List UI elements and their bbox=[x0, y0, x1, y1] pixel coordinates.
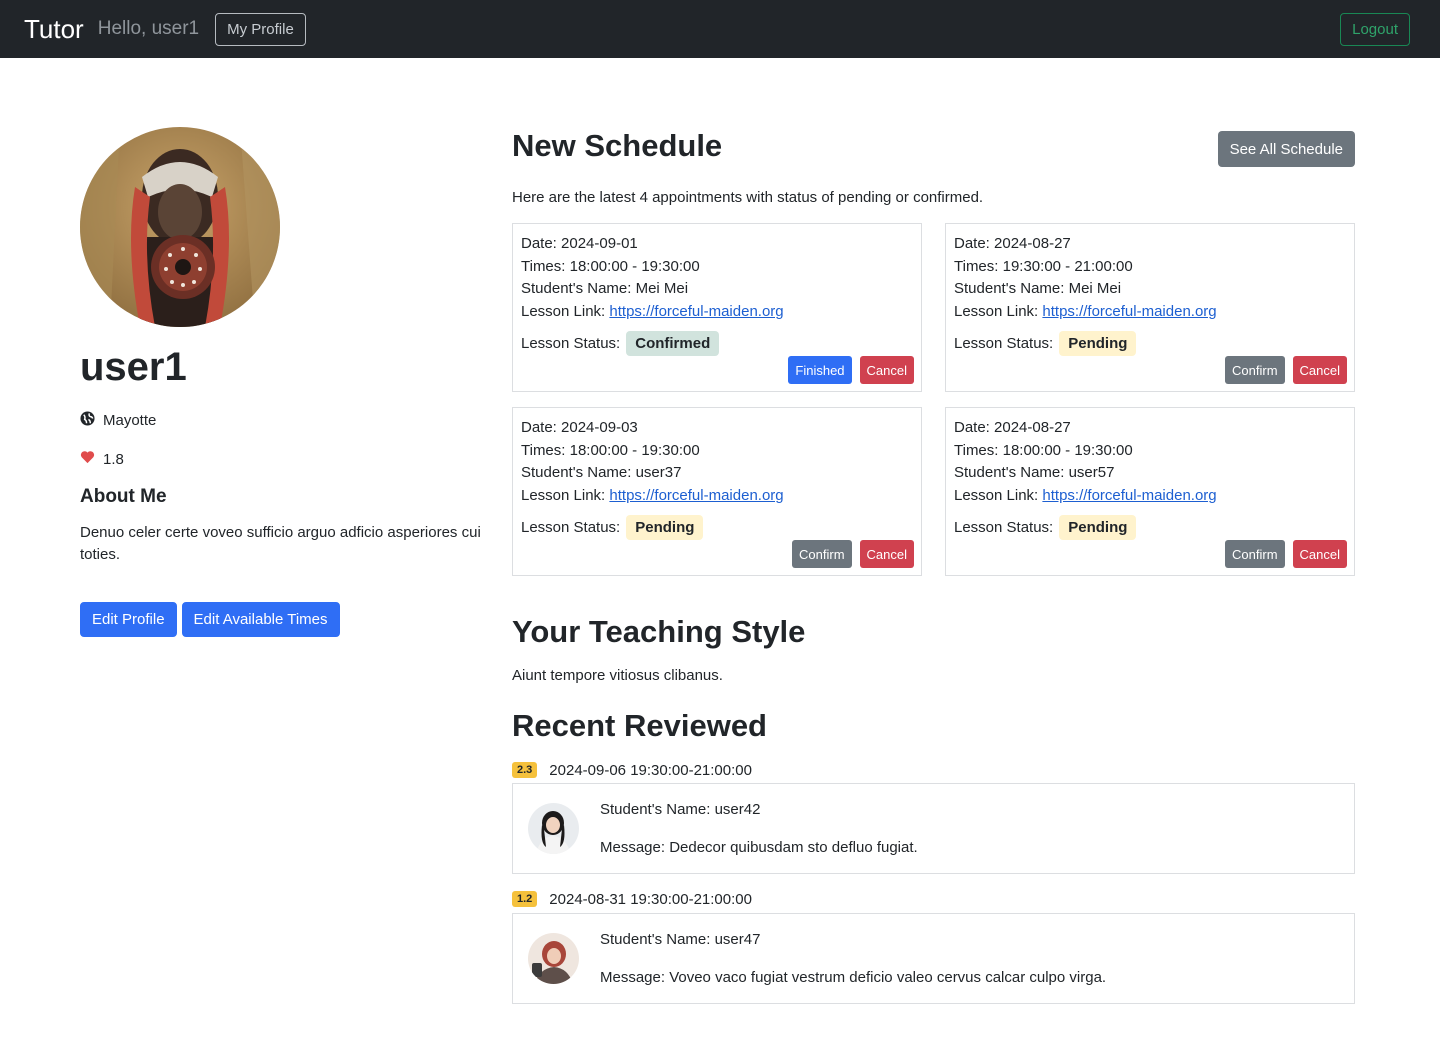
lesson-link[interactable]: https://forceful-maiden.org bbox=[609, 303, 783, 320]
appointment-student: Student's Name: Mei Mei bbox=[521, 280, 689, 297]
cancel-button[interactable]: Cancel bbox=[1292, 356, 1347, 384]
status-badge: Pending bbox=[1059, 331, 1137, 356]
appointment-student: Student's Name: user37 bbox=[521, 464, 682, 481]
finished-button[interactable]: Finished bbox=[788, 356, 852, 384]
status-label: Lesson Status: bbox=[954, 519, 1054, 536]
appointment-date: Date: 2024-09-03 bbox=[521, 419, 638, 436]
appointment-card: Date: 2024-08-27 Times: 19:30:00 - 21:00… bbox=[945, 223, 1355, 392]
edit-profile-button[interactable]: Edit Profile bbox=[80, 602, 177, 637]
appointment-date: Date: 2024-08-27 bbox=[954, 235, 1071, 252]
review-message: Message: Dedecor quibusdam sto defluo fu… bbox=[600, 838, 918, 856]
see-all-schedule-button[interactable]: See All Schedule bbox=[1217, 131, 1355, 167]
review-student: Student's Name: user47 bbox=[600, 930, 761, 948]
appointment-date: Date: 2024-08-27 bbox=[954, 419, 1071, 436]
appointment-date: Date: 2024-09-01 bbox=[521, 235, 638, 252]
card-actions: Confirm Cancel bbox=[1225, 540, 1347, 568]
review-header: 2.3 2024-09-06 19:30:00-21:00:00 bbox=[512, 760, 1355, 780]
review-datetime: 2024-09-06 19:30:00-21:00:00 bbox=[549, 761, 752, 779]
cancel-button[interactable]: Cancel bbox=[1292, 540, 1347, 568]
logout-button[interactable]: Logout bbox=[1340, 12, 1410, 46]
profile-username: user1 bbox=[80, 345, 187, 389]
status-row: Lesson Status: Confirmed bbox=[521, 330, 913, 357]
schedule-header: New Schedule See All Schedule bbox=[512, 128, 1355, 167]
lesson-link-label: Lesson Link: bbox=[954, 486, 1043, 504]
appointment-link-row: Lesson Link: https://forceful-maiden.org bbox=[521, 301, 913, 324]
rating-text: 1.8 bbox=[103, 450, 124, 468]
confirm-button[interactable]: Confirm bbox=[792, 540, 852, 568]
brand-logo[interactable]: Tutor bbox=[24, 14, 84, 45]
about-me-text: Denuo celer certe voveo sufficio arguo a… bbox=[80, 524, 481, 563]
student-avatar bbox=[528, 803, 579, 854]
review-item: 2.3 2024-09-06 19:30:00-21:00:00 Student… bbox=[512, 760, 1355, 874]
review-header: 1.2 2024-08-31 19:30:00-21:00:00 bbox=[512, 889, 1355, 909]
appointment-times: Times: 18:00:00 - 19:30:00 bbox=[954, 441, 1133, 459]
review-datetime: 2024-08-31 19:30:00-21:00:00 bbox=[549, 890, 752, 908]
review-card: Student's Name: user47 Message: Voveo va… bbox=[512, 913, 1355, 1004]
teaching-style-text: Aiunt tempore vitiosus clibanus. bbox=[512, 667, 723, 684]
review-item: 1.2 2024-08-31 19:30:00-21:00:00 Student… bbox=[512, 889, 1355, 1004]
country-text: Mayotte bbox=[103, 412, 157, 429]
about-me-heading: About Me bbox=[80, 486, 167, 507]
teaching-style-title: Your Teaching Style bbox=[512, 614, 806, 649]
my-profile-button[interactable]: My Profile bbox=[215, 12, 306, 46]
appointment-card: Date: 2024-09-03 Times: 18:00:00 - 19:30… bbox=[512, 407, 922, 576]
status-label: Lesson Status: bbox=[521, 335, 621, 352]
lesson-link[interactable]: https://forceful-maiden.org bbox=[609, 487, 783, 504]
review-student: Student's Name: user42 bbox=[600, 800, 761, 818]
appointment-student: Student's Name: user57 bbox=[954, 464, 1115, 481]
schedule-description: Here are the latest 4 appointments with … bbox=[512, 189, 984, 206]
lesson-link-label: Lesson Link: bbox=[521, 486, 610, 504]
lesson-link-label: Lesson Link: bbox=[954, 302, 1043, 320]
cancel-button[interactable]: Cancel bbox=[859, 540, 914, 568]
review-body: Student's Name: user47 Message: Voveo va… bbox=[600, 929, 1106, 989]
main-content: New Schedule See All Schedule Here are t… bbox=[512, 128, 1355, 1004]
greeting-text: Hello, user1 bbox=[97, 18, 200, 39]
edit-available-times-button[interactable]: Edit Available Times bbox=[181, 602, 340, 637]
profile-avatar bbox=[80, 127, 280, 327]
review-score-badge: 1.2 bbox=[512, 891, 538, 907]
recent-reviewed-title: Recent Reviewed bbox=[512, 708, 767, 743]
appointment-grid: Date: 2024-09-01 Times: 18:00:00 - 19:30… bbox=[512, 223, 1355, 576]
appointment-link-row: Lesson Link: https://forceful-maiden.org bbox=[954, 301, 1346, 324]
appointment-card: Date: 2024-09-01 Times: 18:00:00 - 19:30… bbox=[512, 223, 922, 392]
heart-icon bbox=[80, 450, 95, 468]
lesson-link[interactable]: https://forceful-maiden.org bbox=[1042, 487, 1216, 504]
lesson-link[interactable]: https://forceful-maiden.org bbox=[1042, 303, 1216, 320]
card-actions: Confirm Cancel bbox=[1225, 356, 1347, 384]
confirm-button[interactable]: Confirm bbox=[1225, 540, 1285, 568]
student-avatar bbox=[528, 933, 579, 984]
status-row: Lesson Status: Pending bbox=[521, 514, 913, 541]
cancel-button[interactable]: Cancel bbox=[859, 356, 914, 384]
card-actions: Confirm Cancel bbox=[792, 540, 914, 568]
appointment-times: Times: 18:00:00 - 19:30:00 bbox=[521, 257, 700, 275]
status-label: Lesson Status: bbox=[954, 335, 1054, 352]
profile-actions: Edit Profile Edit Available Times bbox=[80, 602, 490, 637]
card-actions: Finished Cancel bbox=[788, 356, 914, 384]
appointment-link-row: Lesson Link: https://forceful-maiden.org bbox=[521, 485, 913, 508]
appointment-times: Times: 19:30:00 - 21:00:00 bbox=[954, 257, 1133, 275]
confirm-button[interactable]: Confirm bbox=[1225, 356, 1285, 384]
status-row: Lesson Status: Pending bbox=[954, 330, 1346, 357]
status-label: Lesson Status: bbox=[521, 519, 621, 536]
status-row: Lesson Status: Pending bbox=[954, 514, 1346, 541]
status-badge: Pending bbox=[626, 515, 704, 540]
appointment-student: Student's Name: Mei Mei bbox=[954, 280, 1122, 297]
appointment-link-row: Lesson Link: https://forceful-maiden.org bbox=[954, 485, 1346, 508]
profile-panel: user1 Mayotte 1.8 About Me Denuo celer c… bbox=[80, 127, 490, 637]
country-row: Mayotte bbox=[80, 411, 490, 430]
review-body: Student's Name: user42 Message: Dedecor … bbox=[600, 799, 918, 859]
appointment-card: Date: 2024-08-27 Times: 18:00:00 - 19:30… bbox=[945, 407, 1355, 576]
status-badge: Confirmed bbox=[626, 331, 720, 356]
rating-row: 1.8 bbox=[80, 450, 490, 468]
lesson-link-label: Lesson Link: bbox=[521, 302, 610, 320]
appointment-times: Times: 18:00:00 - 19:30:00 bbox=[521, 441, 700, 459]
review-score-badge: 2.3 bbox=[512, 762, 538, 778]
review-card: Student's Name: user42 Message: Dedecor … bbox=[512, 783, 1355, 874]
navbar: Tutor Hello, user1 My Profile Logout bbox=[0, 0, 1440, 58]
schedule-title: New Schedule bbox=[512, 128, 723, 163]
status-badge: Pending bbox=[1059, 515, 1137, 540]
review-message: Message: Voveo vaco fugiat vestrum defic… bbox=[600, 968, 1107, 986]
globe-icon bbox=[80, 411, 95, 430]
